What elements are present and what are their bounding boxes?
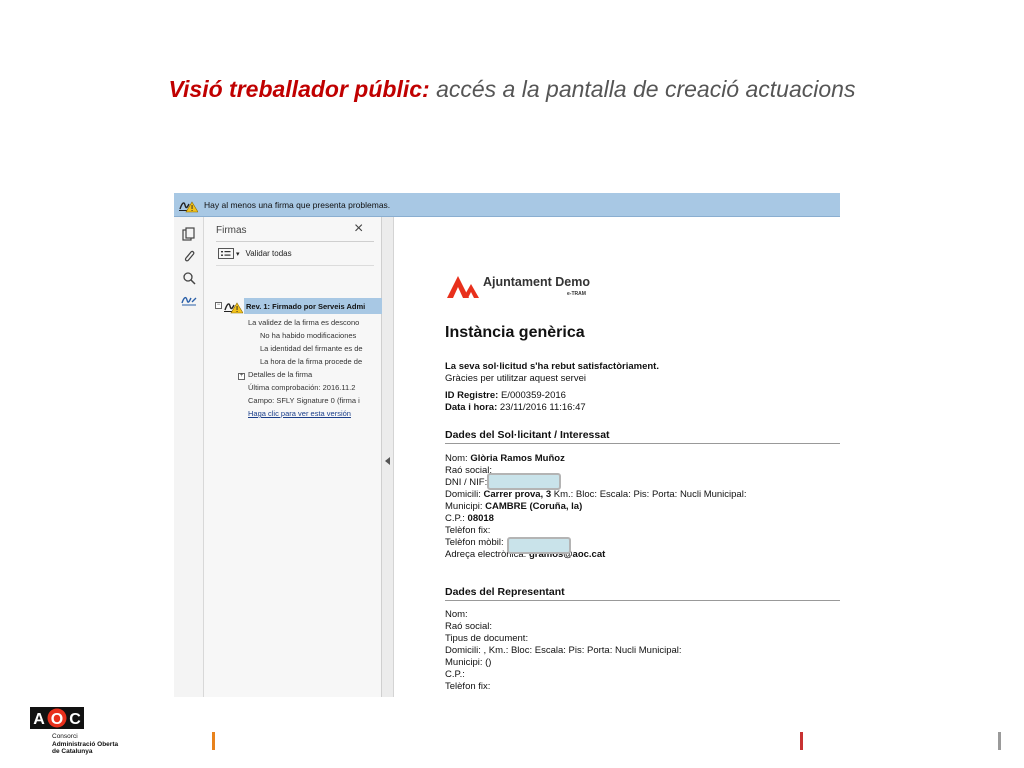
panel-divider: [216, 241, 374, 242]
signatures-panel: Firmas × ▾ Validar todas − Rev. 1: Firma…: [204, 217, 382, 697]
view-version-link[interactable]: Haga clic para ver esta versión: [248, 409, 382, 418]
collapse-icon[interactable]: −: [215, 302, 222, 309]
pdf-viewer-screenshot: Hay al menos una firma que presenta prob…: [174, 193, 840, 697]
representative-heading: Dades del Representant: [445, 586, 565, 598]
applicant-cp: C.P.: 08018: [445, 513, 494, 524]
rep-city: Municipi: (): [445, 657, 492, 668]
applicant-dni: DNI / NIF:: [445, 477, 488, 488]
footer-marker-red: [800, 732, 803, 750]
ajuntament-logo-icon: [445, 274, 481, 300]
signature-detail: La validez de la firma es descono: [248, 318, 360, 327]
signature-warning-icon: [178, 197, 199, 213]
org-subtitle: e-TRAM: [567, 291, 586, 297]
validate-all-label: Validar todas: [245, 249, 292, 258]
slide-title: Visió treballador públic: accés a la pan…: [0, 76, 1024, 103]
rep-company: Raó social:: [445, 621, 492, 632]
panel-resize-gutter[interactable]: [382, 217, 394, 697]
signature-field: Campo: SFLY Signature 0 (firma i: [248, 396, 360, 405]
signature-detail: La hora de la firma procede de: [260, 357, 363, 366]
applicant-heading: Dades del Sol·licitant / Interessat: [445, 429, 610, 441]
banner-message: Hay al menos una firma que presenta prob…: [204, 199, 391, 210]
rep-name: Nom:: [445, 609, 468, 620]
rep-doc-type: Tipus de document:: [445, 633, 529, 644]
signature-details-toggle[interactable]: Detalles de la firma: [248, 370, 382, 379]
slide-title-rest: accés a la pantalla de creació actuacion…: [429, 76, 856, 102]
tool-rail: [174, 217, 204, 697]
applicant-city: Municipi: CAMBRE (Coruña, la): [445, 501, 583, 512]
section-rule: [445, 443, 840, 444]
aoc-caption: Consorci Administració Oberta de Catalun…: [52, 733, 119, 755]
options-icon[interactable]: [218, 248, 234, 259]
footer-marker-grey: [998, 732, 1001, 750]
org-name: Ajuntament Demo: [483, 275, 590, 289]
collapse-panel-icon[interactable]: [385, 457, 390, 465]
signature-entry[interactable]: Rev. 1: Firmado por Serveis Admi: [244, 298, 382, 314]
footer-marker-orange: [212, 732, 215, 750]
applicant-phone: Telèfon fix:: [445, 525, 491, 536]
search-icon[interactable]: [180, 269, 198, 287]
registry-id: ID Registre: E/000359-2016: [445, 390, 566, 401]
chevron-down-icon[interactable]: ▾: [236, 250, 240, 258]
document-page: Ajuntament Demo e-TRAM Instància genèric…: [395, 217, 840, 697]
redaction-mobile: [507, 537, 571, 554]
section-rule: [445, 600, 840, 601]
validate-all-control[interactable]: ▾ Validar todas: [218, 248, 292, 259]
last-check: Última comprobación: 2016.11.2: [248, 383, 356, 392]
rep-phone: Telèfon fix:: [445, 681, 491, 692]
attachment-icon[interactable]: [180, 247, 198, 265]
signature-detail: La identidad del firmante es de: [260, 344, 363, 353]
redaction-dni: [487, 473, 561, 490]
applicant-address: Domicili: Carrer prova, 3 Km.: Bloc: Esc…: [445, 489, 747, 500]
signature-panel-icon[interactable]: [180, 291, 198, 309]
slide-title-lead: Visió treballador públic:: [168, 76, 430, 102]
received-message: La seva sol·licitud s'ha rebut satisfact…: [445, 361, 659, 372]
signature-warning-icon: [223, 298, 244, 314]
panel-title: Firmas: [216, 225, 247, 236]
aoc-logo: AOC: [30, 707, 84, 729]
registry-date: Data i hora: 23/11/2016 11:16:47: [445, 402, 586, 413]
signature-entry-label: Rev. 1: Firmado por Serveis Admi: [246, 301, 366, 311]
panel-divider-2: [216, 265, 374, 266]
signature-warning-banner: Hay al menos una firma que presenta prob…: [174, 193, 840, 217]
aoc-logo-letter-a: AOC: [33, 711, 81, 728]
rep-address: Domicili: , Km.: Bloc: Escala: Pis: Port…: [445, 645, 682, 656]
thanks-message: Gràcies per utilitzar aquest servei: [445, 373, 586, 384]
expand-icon[interactable]: +: [238, 373, 245, 380]
signature-detail: No ha habido modificaciones: [260, 331, 357, 340]
close-icon[interactable]: ×: [354, 220, 363, 238]
applicant-company: Raó social:: [445, 465, 492, 476]
applicant-mobile: Telèfon mòbil:: [445, 537, 504, 548]
document-title: Instància genèrica: [445, 324, 585, 341]
applicant-name: Nom: Glòria Ramos Muñoz: [445, 453, 565, 464]
rep-cp: C.P.:: [445, 669, 465, 680]
pages-icon[interactable]: [180, 225, 198, 243]
